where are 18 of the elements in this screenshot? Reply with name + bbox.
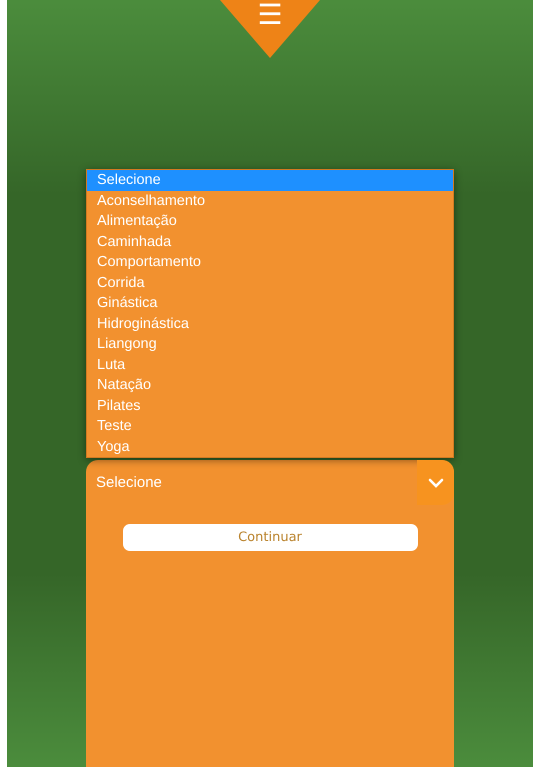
dropdown-option[interactable]: Yoga xyxy=(87,436,453,457)
dropdown-option[interactable]: Corrida xyxy=(87,272,453,293)
menu-button[interactable]: ☰ xyxy=(220,0,320,58)
dropdown-option[interactable]: Aconselhamento xyxy=(87,190,453,211)
select-field[interactable]: Selecione xyxy=(86,460,454,505)
dropdown-option[interactable]: Liangong xyxy=(87,334,453,354)
dropdown-option[interactable]: Teste xyxy=(87,416,453,436)
dropdown-option[interactable]: Hidroginástica xyxy=(87,314,453,334)
dropdown-option[interactable]: Caminhada xyxy=(87,232,453,252)
dropdown-option[interactable]: Natação xyxy=(87,375,453,396)
continue-button[interactable]: Continuar xyxy=(122,524,418,551)
dropdown-option[interactable]: Luta xyxy=(87,354,453,375)
dropdown-option[interactable]: Pilates xyxy=(87,396,453,416)
dropdown-option[interactable]: Ginástica xyxy=(87,293,453,314)
dropdown-option[interactable]: Selecione xyxy=(87,170,453,190)
dropdown-option[interactable]: Comportamento xyxy=(87,252,453,272)
dropdown-option[interactable]: Alimentação xyxy=(87,211,453,232)
chevron-down-icon xyxy=(428,478,444,488)
